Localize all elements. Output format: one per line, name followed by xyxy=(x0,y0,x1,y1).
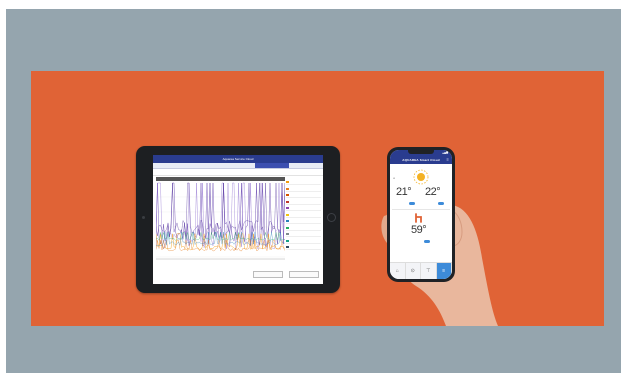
tap-icon[interactable]: ⊤ xyxy=(421,263,437,279)
home-icon[interactable]: ⌂ xyxy=(390,263,406,279)
phone-bottom-nav: ⌂ ⊙ ⊤ ≡ xyxy=(390,262,452,279)
phone-app-title: AQUAREA Smart Cloud xyxy=(402,158,440,162)
thermometer-icon[interactable]: ⊙ xyxy=(406,263,421,279)
zone2-toggle[interactable] xyxy=(438,202,444,205)
smartphone-device: ▂▄▆ AQUAREA Smart Cloud ≡ ≋ 21° 22° 59° … xyxy=(387,147,455,282)
settings-icon[interactable]: ≡ xyxy=(436,263,452,279)
phone-app-bar: AQUAREA Smart Cloud ≡ xyxy=(390,156,452,164)
hand-illustration xyxy=(381,202,498,326)
zone2-temperature: 22° xyxy=(425,186,441,198)
menu-icon[interactable]: ≡ xyxy=(446,156,449,164)
phone-notch xyxy=(408,150,434,154)
wifi-icon: ≋ xyxy=(393,177,396,180)
tank-icon xyxy=(415,213,422,223)
divider xyxy=(392,209,450,210)
tank-toggle[interactable] xyxy=(424,240,430,243)
sun-icon xyxy=(413,169,429,185)
zone1-temperature: 21° xyxy=(396,186,412,198)
zone1-toggle[interactable] xyxy=(409,202,415,205)
phone-screen: ▂▄▆ AQUAREA Smart Cloud ≡ ≋ 21° 22° 59° … xyxy=(390,150,452,279)
tank-temperature: 59° xyxy=(411,224,427,236)
